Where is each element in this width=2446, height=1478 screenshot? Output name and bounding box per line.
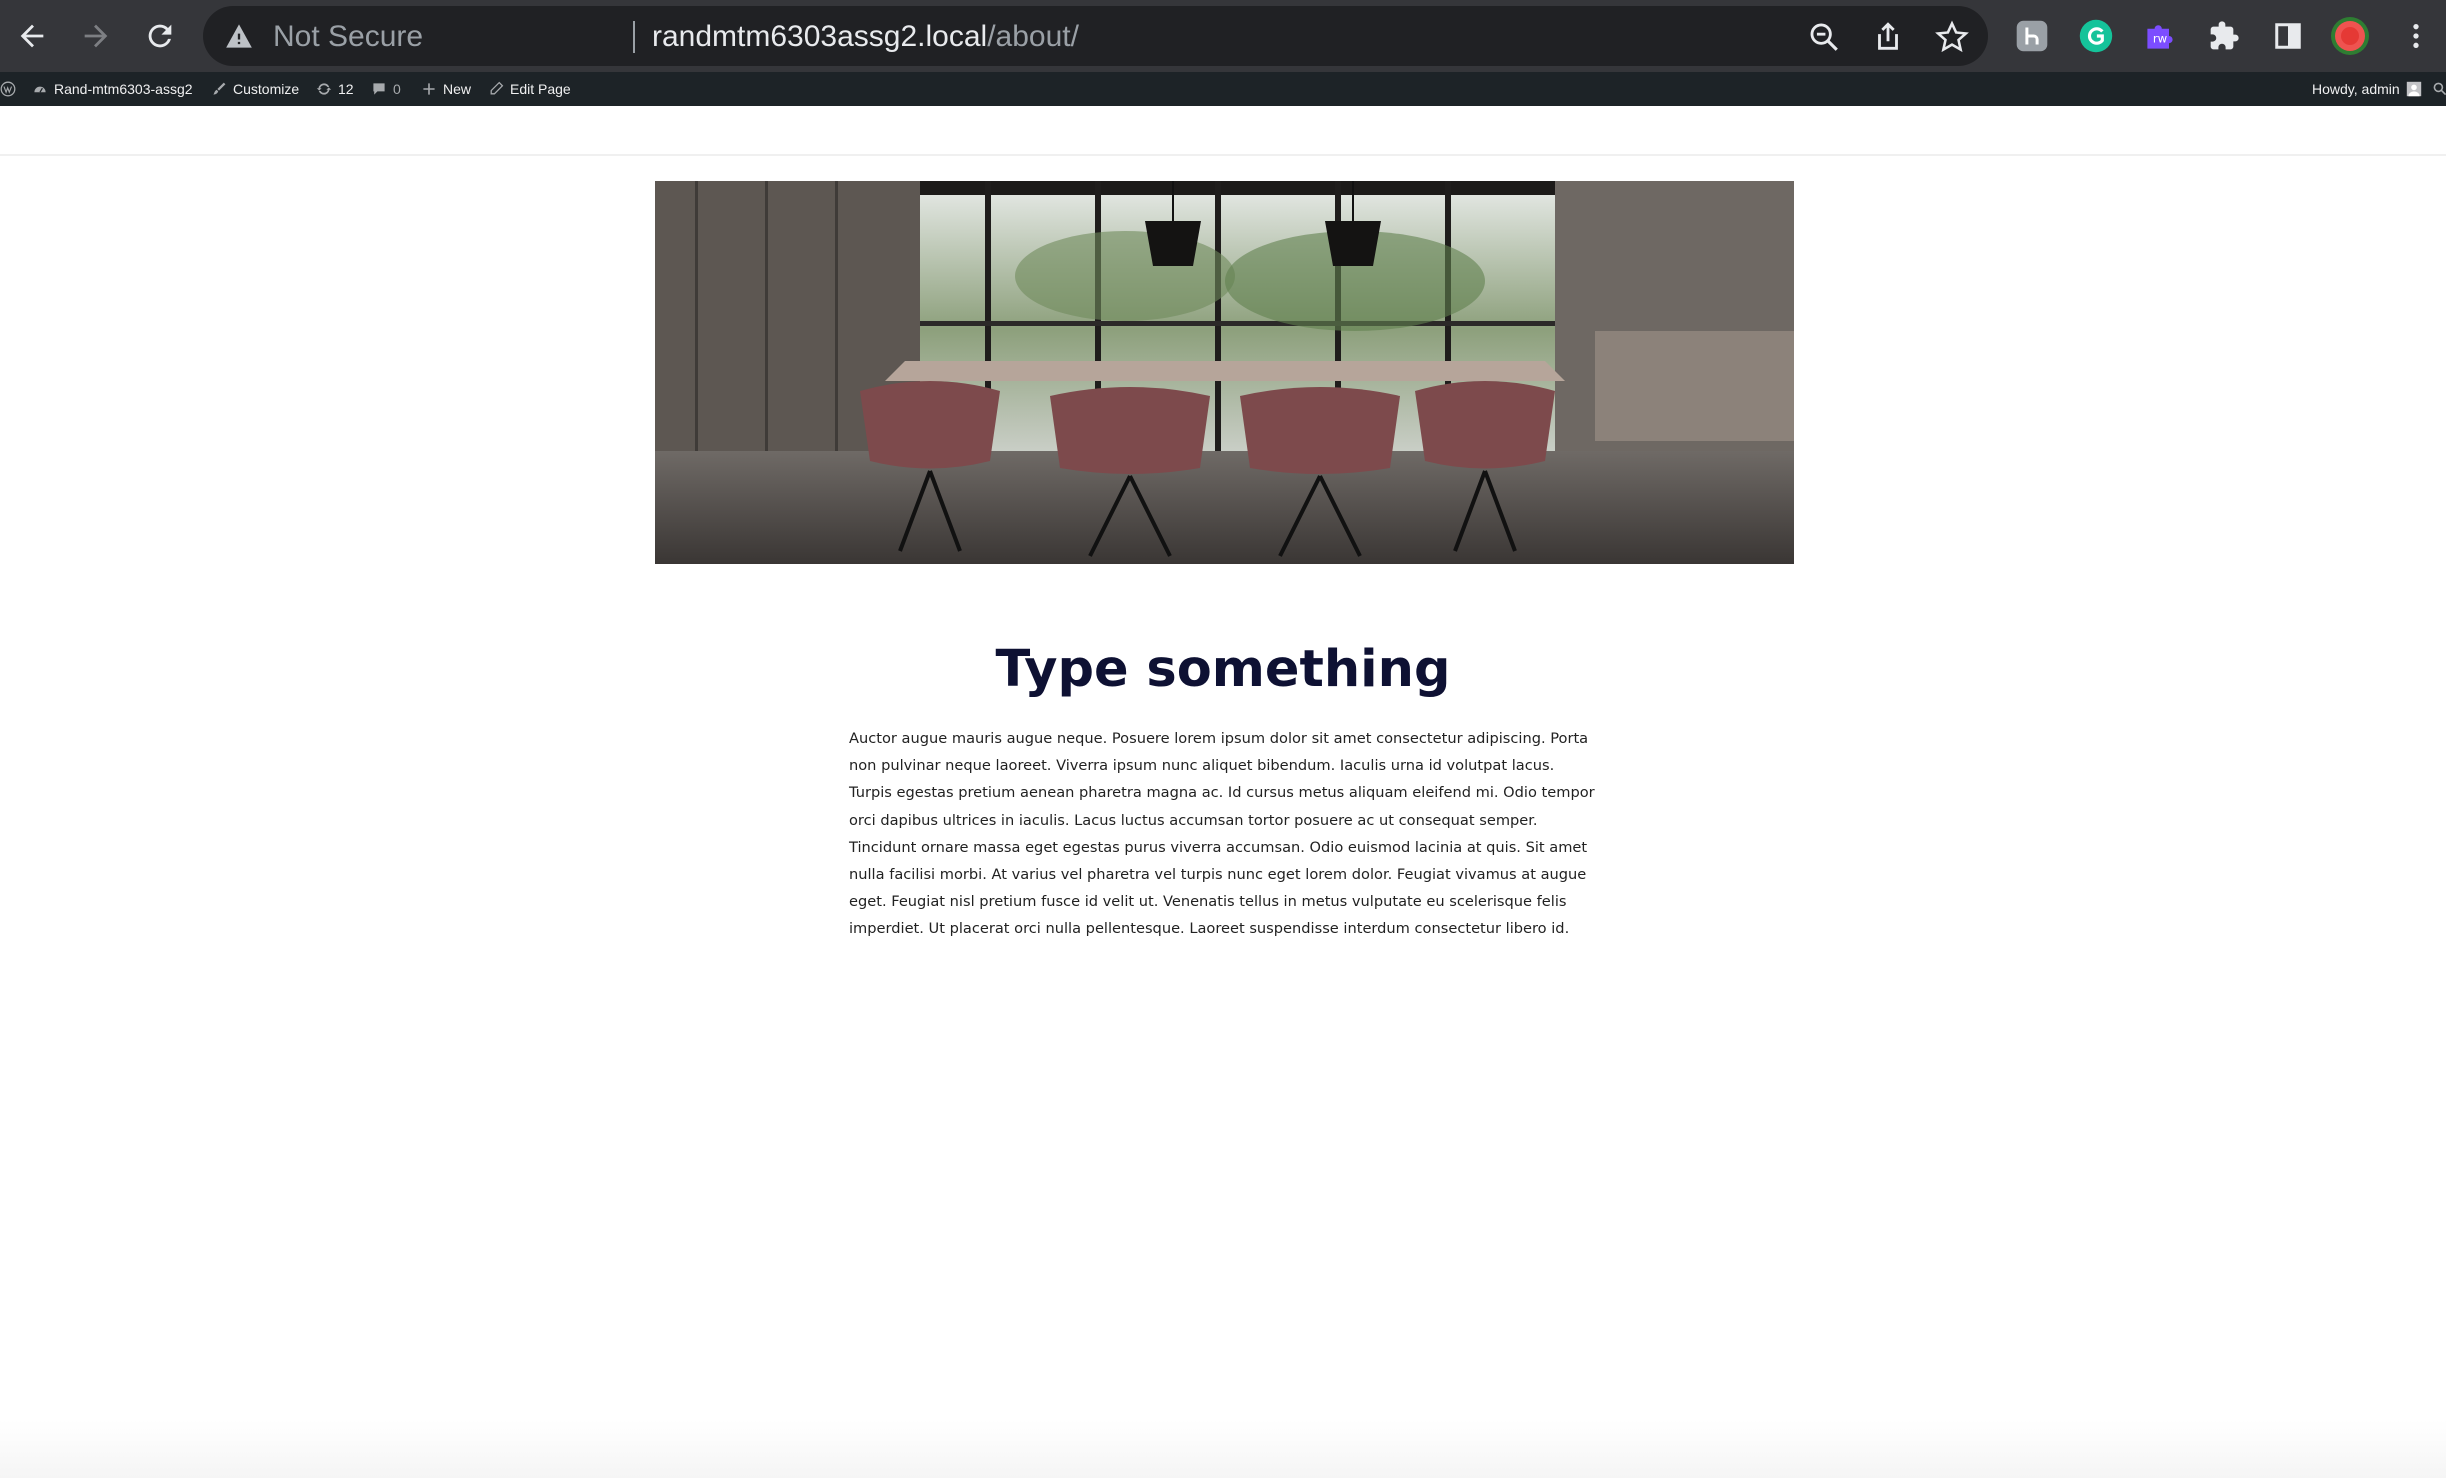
reload-button[interactable] [136,12,184,60]
page-bottom-fade [0,1420,2446,1478]
admin-search-button[interactable] [2432,72,2446,106]
comments-link[interactable]: 0 [371,72,401,106]
rw-extension-icon: rw [2147,25,2173,49]
my-account-menu[interactable]: Howdy, admin [2312,72,2422,106]
comment-icon [373,83,385,95]
forward-button[interactable] [72,12,120,60]
wordpress-icon [0,81,16,97]
search-icon [2433,82,2446,96]
plus-icon [423,83,435,95]
page-title: Type something [995,640,1451,699]
rw-extension[interactable]: rw [2140,16,2180,56]
dashboard-icon [34,86,46,93]
share-icon[interactable] [1871,20,1905,54]
site-header-divider [0,154,2446,156]
back-icon [20,24,44,48]
not-secure-label[interactable]: Not Secure [273,20,423,54]
comments-count: 0 [393,81,401,97]
howdy-label: Howdy, admin [2312,81,2400,97]
grammarly-extension[interactable] [2076,16,2116,56]
pencil-icon [490,81,504,95]
puzzle-icon [2210,21,2239,50]
new-label: New [443,81,472,97]
forward-icon [84,24,108,48]
customize-label: Customize [233,81,300,97]
profile-avatar[interactable] [2330,16,2370,56]
browser-toolbar: Not Secure randmtm6303assg2.local/about/… [0,0,2446,72]
meeting-room-image [655,181,1794,564]
back-button[interactable] [8,12,56,60]
edit-page-label: Edit Page [510,81,571,97]
side-panel-icon [2275,23,2301,49]
grammarly-icon [2079,19,2113,53]
svg-text:rw: rw [2153,31,2168,45]
h-extension-icon [2016,20,2048,52]
browser-menu-button[interactable] [2396,16,2436,56]
h-extension[interactable] [2012,16,2052,56]
menu-icon [2413,24,2419,48]
site-name-link[interactable]: Rand-mtm6303-assg2 [32,72,193,106]
updates-link[interactable]: 12 [316,72,354,106]
reload-icon [148,24,172,48]
url-text[interactable]: randmtm6303assg2.local/about/ [652,20,1079,54]
wp-logo-menu[interactable] [0,72,16,106]
page-body-text: Auctor augue mauris augue neque. Posuere… [849,730,1595,938]
user-avatar-icon [2406,81,2421,97]
side-panel-button[interactable] [2268,16,2308,56]
star-icon[interactable] [1935,20,1969,54]
profile-avatar-icon [2331,17,2369,55]
address-bar[interactable]: Not Secure randmtm6303assg2.local/about/ [203,6,1988,66]
url-path: /about/ [987,20,1079,53]
address-separator [633,21,635,53]
url-host: randmtm6303assg2.local [652,20,988,53]
brush-icon [213,82,226,95]
site-name-label: Rand-mtm6303-assg2 [54,81,193,97]
hero-image [655,181,1794,564]
extensions-button[interactable] [2204,16,2244,56]
updates-icon [316,83,332,95]
wp-admin-bar: Rand-mtm6303-assg2 Customize 12 0 New Ed… [0,72,2446,106]
customize-link[interactable]: Customize [211,72,299,106]
edit-page-link[interactable]: Edit Page [488,72,571,106]
warning-icon [226,24,252,48]
updates-count: 12 [338,81,354,97]
zoom-icon[interactable] [1807,20,1841,54]
new-content-link[interactable]: New [421,72,471,106]
